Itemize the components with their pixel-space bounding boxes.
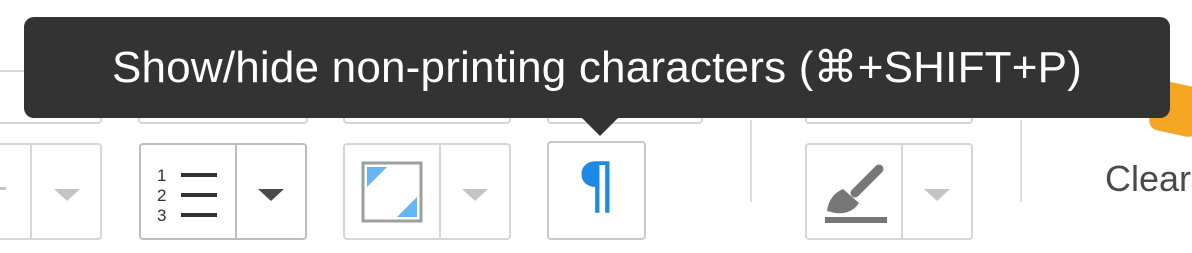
pilcrow-icon: ¶ (576, 149, 617, 222)
tooltip-text: Show/hide non-printing characters (⌘+SHI… (111, 43, 1083, 92)
list-number-2: 2 (157, 186, 167, 205)
numbered-list-icon: 1 2 3 (157, 161, 221, 231)
tooltip-arrow (581, 117, 619, 136)
list-number-3: 3 (157, 206, 167, 225)
toolbar-separator (750, 120, 752, 202)
chevron-down-icon[interactable] (924, 189, 950, 201)
chevron-down-icon[interactable] (462, 189, 488, 201)
chevron-down-icon[interactable] (54, 189, 80, 201)
numbered-list-button[interactable]: 1 2 3 (139, 143, 307, 240)
chevron-down-icon[interactable] (258, 189, 284, 201)
show-hide-non-printing-button[interactable]: ¶ (547, 141, 646, 240)
highlighter-icon (825, 164, 887, 223)
align-button[interactable] (0, 143, 102, 240)
align-icon (0, 187, 6, 190)
toolbar-separator (1020, 120, 1022, 202)
clear-formatting-label[interactable]: Clear (1105, 158, 1191, 200)
tooltip: Show/hide non-printing characters (⌘+SHI… (24, 17, 1170, 118)
text-direction-button[interactable] (343, 143, 511, 240)
highlight-button[interactable] (805, 143, 973, 240)
text-direction-icon (361, 161, 423, 223)
list-number-1: 1 (157, 166, 167, 185)
